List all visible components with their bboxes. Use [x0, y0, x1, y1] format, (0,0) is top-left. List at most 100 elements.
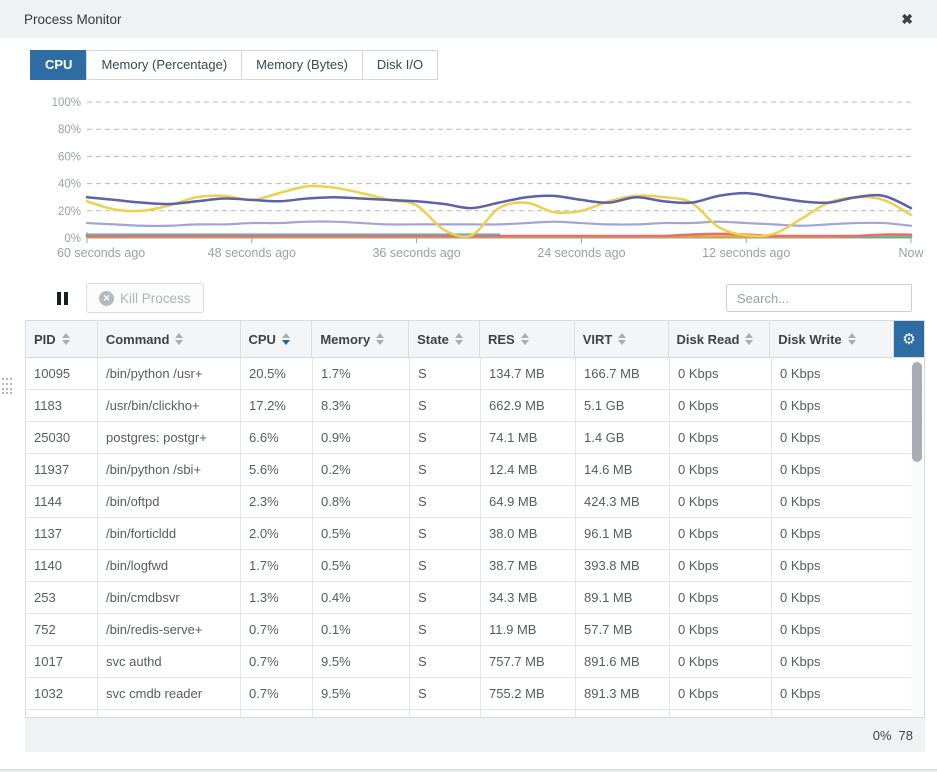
- cell-disk-write: 0 Kbps: [772, 422, 913, 453]
- sort-icon: [848, 333, 856, 345]
- sort-icon: [455, 333, 463, 345]
- cell-state: S: [410, 486, 481, 517]
- cell-res: 38.0 MB: [481, 518, 576, 549]
- cell-state: S: [410, 646, 481, 677]
- cell-state: S: [410, 422, 481, 453]
- svg-text:60 seconds ago: 60 seconds ago: [57, 246, 145, 260]
- column-label: VIRT: [583, 332, 613, 347]
- process-table: PIDCommandCPU Memory StateRES VIRT Disk Read…: [25, 320, 925, 718]
- cell-disk-write: 0 Kbps: [772, 550, 913, 581]
- cpu-usage-chart: 0%20%40%60%80%100%60 seconds ago48 secon…: [25, 90, 925, 268]
- cell-state: S: [410, 582, 481, 613]
- cell-empty: [410, 710, 481, 717]
- gear-icon: ⚙: [902, 330, 915, 348]
- table-row[interactable]: 1183/usr/bin/clickho+17.2%8.3%S662.9 MB5…: [26, 390, 924, 422]
- cell-memory: 0.2%: [313, 454, 410, 485]
- tab-memory-percentage[interactable]: Memory (Percentage): [86, 50, 242, 80]
- titlebar: Process Monitor ✖: [0, 0, 937, 38]
- cell-empty: [98, 710, 241, 717]
- cell-disk-read: 0 Kbps: [670, 582, 772, 613]
- cell-empty: [670, 710, 772, 717]
- sort-icon: [175, 333, 183, 345]
- cell-disk-write: 0 Kbps: [772, 614, 913, 645]
- cell-pid: 11937: [26, 454, 98, 485]
- dialog-title: Process Monitor: [24, 12, 901, 27]
- cell-disk-read: 0 Kbps: [670, 390, 772, 421]
- table-row[interactable]: 1137/bin/forticldd2.0%0.5%S38.0 MB96.1 M…: [26, 518, 924, 550]
- svg-text:36 seconds ago: 36 seconds ago: [372, 246, 460, 260]
- table-row[interactable]: 752/bin/redis-serve+0.7%0.1%S11.9 MB57.7…: [26, 614, 924, 646]
- column-header-command[interactable]: Command: [98, 321, 241, 357]
- cell-pid: 1017: [26, 646, 98, 677]
- cell-memory: 9.5%: [313, 678, 410, 709]
- scrollbar-thumb[interactable]: [912, 362, 922, 462]
- drag-grip-icon[interactable]: [2, 378, 13, 394]
- row-count: 78: [899, 728, 913, 743]
- circle-x-icon: ✕: [99, 291, 114, 306]
- column-header-memory[interactable]: Memory: [312, 321, 409, 357]
- table-row[interactable]: 10095/bin/python /usr+20.5%1.7%S134.7 MB…: [26, 358, 924, 390]
- column-header-virt[interactable]: VIRT: [575, 321, 669, 357]
- cell-command: svc authd: [98, 646, 241, 677]
- kill-process-button[interactable]: ✕ Kill Process: [86, 283, 204, 313]
- table-row-partial: [26, 710, 924, 717]
- tab-cpu[interactable]: CPU: [30, 50, 87, 80]
- column-label: Disk Read: [677, 332, 740, 347]
- sort-icon: [62, 333, 70, 345]
- cell-cpu: 6.6%: [241, 422, 313, 453]
- close-icon[interactable]: ✖: [901, 11, 913, 28]
- cell-empty: [772, 710, 913, 717]
- column-header-cpu[interactable]: CPU: [241, 321, 313, 357]
- cell-cpu: 1.7%: [241, 550, 313, 581]
- search-input[interactable]: [726, 284, 912, 312]
- cell-memory: 0.9%: [313, 422, 410, 453]
- svg-text:40%: 40%: [58, 179, 81, 191]
- cell-disk-write: 0 Kbps: [772, 678, 913, 709]
- column-label: Memory: [320, 332, 370, 347]
- cell-command: /bin/forticldd: [98, 518, 241, 549]
- table-row[interactable]: 25030postgres: postgr+6.6%0.9%S74.1 MB1.…: [26, 422, 924, 454]
- cell-disk-write: 0 Kbps: [772, 486, 913, 517]
- svg-text:20%: 20%: [58, 206, 81, 218]
- column-header-disk-write[interactable]: Disk Write: [770, 321, 894, 357]
- cell-state: S: [410, 358, 481, 389]
- table-row[interactable]: 253/bin/cmdbsvr1.3%0.4%S34.3 MB89.1 MB0 …: [26, 582, 924, 614]
- sort-icon: [376, 333, 384, 345]
- cell-empty: [313, 710, 410, 717]
- vertical-scrollbar[interactable]: [911, 359, 923, 716]
- column-settings-button[interactable]: ⚙: [894, 321, 924, 357]
- table-row[interactable]: 1140/bin/logfwd1.7%0.5%S38.7 MB393.8 MB0…: [26, 550, 924, 582]
- cell-disk-write: 0 Kbps: [772, 390, 913, 421]
- cell-virt: 891.3 MB: [576, 678, 670, 709]
- column-header-res[interactable]: RES: [480, 321, 575, 357]
- column-header-disk-read[interactable]: Disk Read: [669, 321, 771, 357]
- kill-process-label: Kill Process: [120, 291, 191, 306]
- pause-icon: [64, 292, 68, 305]
- cell-disk-read: 0 Kbps: [670, 454, 772, 485]
- table-row[interactable]: 1017svc authd0.7%9.5%S757.7 MB891.6 MB0 …: [26, 646, 924, 678]
- table-row[interactable]: 1144/bin/oftpd2.3%0.8%S64.9 MB424.3 MB0 …: [26, 486, 924, 518]
- tab-memory-bytes[interactable]: Memory (Bytes): [241, 50, 363, 80]
- table-row[interactable]: 11937/bin/python /sbi+5.6%0.2%S12.4 MB14…: [26, 454, 924, 486]
- cell-command: /bin/python /usr+: [98, 358, 241, 389]
- cell-disk-read: 0 Kbps: [670, 358, 772, 389]
- cell-virt: 891.6 MB: [576, 646, 670, 677]
- tab-disk-i-o[interactable]: Disk I/O: [362, 50, 438, 80]
- cell-memory: 0.8%: [313, 486, 410, 517]
- cell-res: 34.3 MB: [481, 582, 576, 613]
- cell-empty: [481, 710, 576, 717]
- cell-cpu: 0.7%: [241, 614, 313, 645]
- pause-button[interactable]: [53, 288, 72, 309]
- column-header-state[interactable]: State: [409, 321, 480, 357]
- status-bar: 0% 78: [25, 718, 925, 752]
- table-row[interactable]: 1032svc cmdb reader0.7%9.5%S755.2 MB891.…: [26, 678, 924, 710]
- cell-disk-read: 0 Kbps: [670, 550, 772, 581]
- cell-memory: 9.5%: [313, 646, 410, 677]
- cell-empty: [26, 710, 98, 717]
- table-header-row: PIDCommandCPU Memory StateRES VIRT Disk Read…: [26, 321, 924, 358]
- cell-res: 38.7 MB: [481, 550, 576, 581]
- cell-pid: 1137: [26, 518, 98, 549]
- cell-virt: 393.8 MB: [576, 550, 670, 581]
- column-header-pid[interactable]: PID: [26, 321, 98, 357]
- cell-virt: 96.1 MB: [576, 518, 670, 549]
